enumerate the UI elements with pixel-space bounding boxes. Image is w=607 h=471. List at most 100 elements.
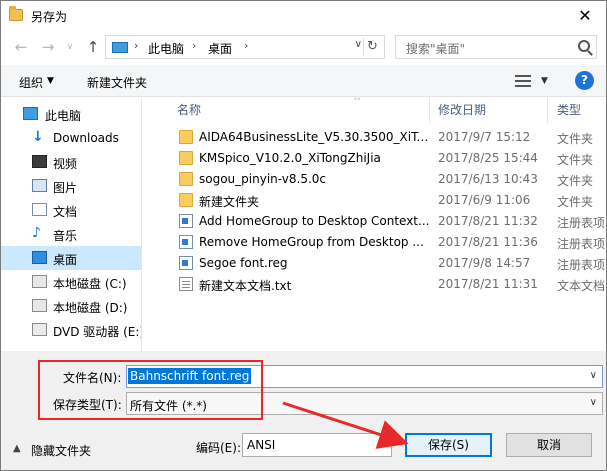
sidebar-item[interactable]: 文档 bbox=[1, 198, 141, 222]
download-icon: ↓ bbox=[32, 129, 44, 145]
hide-folders-toggle[interactable]: 隐藏文件夹 bbox=[31, 442, 91, 459]
file-modified-date: 2017/8/21 11:36 bbox=[438, 235, 538, 249]
drive-icon bbox=[32, 299, 47, 312]
breadcrumb-separator-icon[interactable]: › bbox=[192, 39, 196, 52]
file-type: 文件夹 bbox=[557, 153, 594, 167]
file-name: Add HomeGroup to Desktop Context... bbox=[199, 214, 430, 228]
file-name: KMSpico_V10.2.0_XiTongZhiJia bbox=[199, 151, 381, 165]
encoding-label: 编码(E): bbox=[196, 441, 241, 455]
breadcrumb-desktop[interactable]: 桌面 bbox=[208, 40, 232, 57]
music-icon: ♪ bbox=[32, 225, 41, 241]
sidebar-item[interactable]: 视频 bbox=[1, 150, 141, 174]
desktop-icon bbox=[32, 251, 47, 264]
file-type: 文件夹 bbox=[557, 195, 594, 209]
recent-locations-chevron-icon[interactable]: ∨ bbox=[63, 37, 77, 57]
file-row[interactable]: AIDA64BusinessLite_V5.30.3500_XiTo... 201… bbox=[143, 127, 606, 148]
picture-icon bbox=[32, 179, 47, 192]
reg-file-icon bbox=[179, 235, 193, 249]
sidebar-item-label: DVD 驱动器 (E:) bbox=[53, 325, 142, 339]
sidebar-item[interactable]: DVD 驱动器 (E:) bbox=[1, 318, 141, 342]
collapse-caret-icon[interactable]: ▲ bbox=[13, 443, 21, 454]
file-list: ^ 名称 修改日期 类型 AIDA64BusinessLite_V5.30.35… bbox=[143, 98, 606, 351]
sidebar-item[interactable]: 本地磁盘 (C:) bbox=[1, 270, 141, 294]
column-header-name[interactable]: 名称 bbox=[177, 101, 201, 118]
pc-icon bbox=[112, 42, 128, 53]
search-icon bbox=[578, 40, 590, 52]
sidebar-item[interactable]: 图片 bbox=[1, 174, 141, 198]
folder-icon bbox=[179, 130, 193, 144]
file-modified-date: 2017/9/7 15:12 bbox=[438, 130, 531, 144]
column-divider[interactable] bbox=[547, 98, 548, 123]
sidebar-item[interactable]: 此电脑 bbox=[1, 102, 141, 126]
organize-menu-button[interactable]: 组织 bbox=[19, 74, 43, 91]
file-row[interactable]: KMSpico_V10.2.0_XiTongZhiJia 2017/8/25 15… bbox=[143, 148, 606, 169]
view-options-icon[interactable] bbox=[515, 75, 531, 87]
file-row[interactable]: Remove HomeGroup from Desktop ... 2017/8/… bbox=[143, 232, 606, 253]
caret-down-icon[interactable]: ▼ bbox=[47, 76, 54, 86]
file-name: Segoe font.reg bbox=[199, 256, 288, 270]
drive-icon bbox=[32, 275, 47, 288]
save-as-dialog: 另存为 ✕ ← → ∨ ↑ › 此电脑 › 桌面 › ∨ ↻ 搜索"桌面" 组织… bbox=[0, 0, 607, 471]
file-type: 注册表项 bbox=[557, 237, 606, 251]
chevron-down-icon[interactable]: ∨ bbox=[590, 370, 597, 381]
column-divider[interactable] bbox=[429, 98, 430, 123]
reg-file-icon bbox=[179, 214, 193, 228]
annotation-highlight-box bbox=[38, 360, 263, 420]
chevron-down-icon[interactable]: ∨ bbox=[379, 438, 386, 449]
sidebar-item-label: 本地磁盘 (D:) bbox=[53, 301, 128, 315]
file-row[interactable]: 新建文件夹 2017/6/9 11:06 文件夹 bbox=[143, 190, 606, 211]
file-modified-date: 2017/8/21 11:32 bbox=[438, 214, 538, 228]
sidebar-item-label: 音乐 bbox=[53, 229, 78, 243]
help-button[interactable]: ? bbox=[575, 71, 594, 90]
file-type: 文本文档 bbox=[557, 279, 606, 293]
chevron-down-icon[interactable]: ∨ bbox=[590, 397, 597, 408]
breadcrumb-separator-icon[interactable]: › bbox=[244, 39, 248, 52]
sidebar-item[interactable]: 桌面 bbox=[1, 246, 141, 270]
sidebar-item[interactable]: ↓ Downloads bbox=[1, 126, 141, 150]
file-row[interactable]: 新建文本文档.txt 2017/8/21 11:31 文本文档 bbox=[143, 274, 606, 295]
sidebar-item-label: 视频 bbox=[53, 157, 78, 171]
title-bar: 另存为 ✕ bbox=[1, 1, 606, 32]
file-type: 注册表项 bbox=[557, 216, 606, 230]
sidebar-item-label: 文档 bbox=[53, 205, 78, 219]
file-name: AIDA64BusinessLite_V5.30.3500_XiTo... bbox=[199, 130, 431, 144]
sidebar-item-label: Downloads bbox=[53, 131, 119, 145]
navigation-bar: ← → ∨ ↑ › 此电脑 › 桌面 › ∨ ↻ 搜索"桌面" bbox=[1, 32, 606, 62]
navigation-pane: 此电脑 ↓ Downloads 视频 图片 文档 ♪ 音乐 桌面 本地磁盘 (C:) 本地磁盘 (D… bbox=[1, 98, 142, 351]
sidebar-item[interactable]: ♪ 音乐 bbox=[1, 222, 141, 246]
sidebar-item[interactable]: 本地磁盘 (D:) bbox=[1, 294, 141, 318]
back-arrow-icon[interactable]: ← bbox=[11, 37, 31, 57]
sidebar-item-label: 桌面 bbox=[53, 253, 78, 267]
cancel-button[interactable]: 取消 bbox=[506, 433, 592, 457]
search-input[interactable]: 搜索"桌面" bbox=[395, 35, 597, 59]
save-button[interactable]: 保存(S) bbox=[405, 433, 492, 457]
file-name: 新建文本文档.txt bbox=[199, 279, 292, 293]
encoding-select[interactable]: ANSI ∨ bbox=[242, 433, 392, 457]
address-dropdown-chevron-icon[interactable]: ∨ bbox=[355, 39, 362, 50]
column-header-type[interactable]: 类型 bbox=[557, 101, 581, 118]
breadcrumb-this-pc[interactable]: 此电脑 bbox=[148, 40, 184, 57]
file-modified-date: 2017/6/13 10:43 bbox=[438, 172, 538, 186]
file-row[interactable]: Add HomeGroup to Desktop Context... 2017/… bbox=[143, 211, 606, 232]
folder-icon bbox=[9, 6, 23, 21]
file-type: 文件夹 bbox=[557, 132, 594, 146]
sidebar-item-label: 此电脑 bbox=[45, 109, 82, 123]
file-type: 注册表项 bbox=[557, 258, 606, 272]
reg-file-icon bbox=[179, 256, 193, 270]
refresh-icon[interactable]: ↻ bbox=[363, 38, 381, 56]
collapse-chevron-icon[interactable]: ^ bbox=[353, 98, 361, 107]
new-folder-button[interactable]: 新建文件夹 bbox=[87, 74, 147, 91]
sidebar-item-label: 图片 bbox=[53, 181, 78, 195]
file-row[interactable]: Segoe font.reg 2017/9/8 14:57 注册表项 bbox=[143, 253, 606, 274]
file-type: 文件夹 bbox=[557, 174, 594, 188]
close-button[interactable]: ✕ bbox=[570, 1, 600, 30]
breadcrumb-separator-icon[interactable]: › bbox=[134, 39, 138, 52]
caret-down-icon[interactable]: ▼ bbox=[541, 76, 548, 86]
folder-icon bbox=[179, 151, 193, 165]
up-arrow-icon[interactable]: ↑ bbox=[83, 37, 103, 57]
column-header-modified[interactable]: 修改日期 bbox=[438, 101, 486, 118]
forward-arrow-icon[interactable]: → bbox=[38, 37, 58, 57]
document-icon bbox=[32, 203, 47, 216]
address-bar[interactable]: › 此电脑 › 桌面 › ∨ ↻ bbox=[105, 35, 385, 59]
file-row[interactable]: sogou_pinyin-v8.5.0c 2017/6/13 10:43 文件夹 bbox=[143, 169, 606, 190]
